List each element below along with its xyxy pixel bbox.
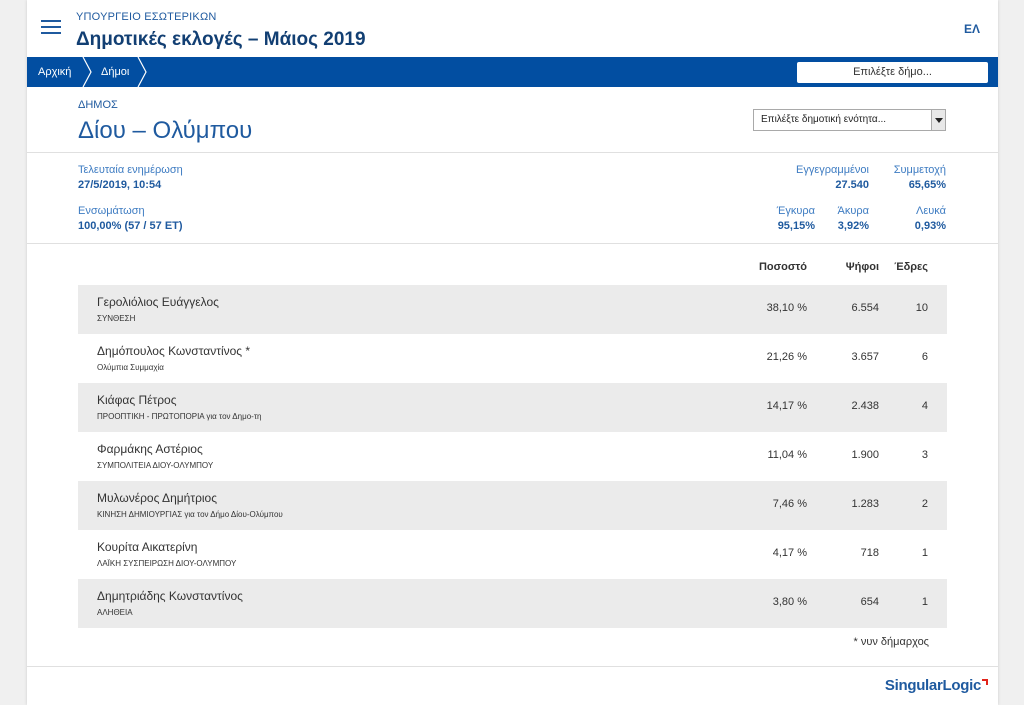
blank-stat: Λευκά 0,93%: [915, 205, 946, 232]
municipal-unit-select-label: Επιλέξτε δημοτική ενότητα...: [761, 114, 887, 125]
valid-stat: Έγκυρα 95,15%: [777, 205, 815, 232]
party-name: Ολύμπια Συμμαχία: [97, 363, 164, 372]
percent-cell: 21,26 %: [766, 351, 807, 363]
votes-cell: 718: [860, 547, 879, 559]
valid-label: Έγκυρα: [776, 205, 815, 217]
candidate-name: Κουρίτα Αικατερίνη: [97, 540, 198, 554]
registered-value: 27.540: [835, 179, 869, 191]
invalid-value: 3,92%: [837, 220, 869, 232]
breadcrumb-chevron-icon: [137, 57, 147, 87]
valid-value: 95,15%: [777, 220, 815, 232]
last-update-value: 27/5/2019, 10:54: [78, 179, 162, 191]
turnout-stat: Συμμετοχή 65,65%: [894, 164, 946, 191]
table-row: Μυλωνέρος Δημήτριος ΚΙΝΗΣΗ ΔΗΜΙΟΥΡΓΙΑΣ γ…: [78, 481, 947, 530]
incumbent-footnote: * νυν δήμαρχος: [853, 636, 929, 648]
party-name: ΑΛΗΘΕΙΑ: [97, 608, 133, 617]
seats-cell: 1: [921, 596, 928, 608]
logo-text: SingularLogic: [884, 677, 981, 694]
last-update-stat: Τελευταία ενημέρωση 27/5/2019, 10:54: [78, 164, 183, 191]
percent-cell: 3,80 %: [772, 596, 807, 608]
party-name: ΣΥΜΠΟΛΙΤΕΙΑ ΔΙΟΥ-ΟΛΥΜΠΟΥ: [97, 461, 214, 470]
language-switch[interactable]: ΕΛ: [964, 22, 980, 36]
integration-stat: Ενσωμάτωση 100,00% (57 / 57 ΕΤ): [78, 205, 183, 232]
party-name: ΣΥΝΘΕΣΗ: [97, 314, 136, 323]
column-header-votes: Ψήφοι: [845, 261, 879, 273]
municipality-label: ΔΗΜΟΣ: [78, 99, 118, 111]
blank-label: Λευκά: [916, 205, 946, 217]
column-header-percent: Ποσοστό: [758, 261, 807, 273]
percent-cell: 38,10 %: [766, 302, 807, 314]
percent-cell: 14,17 %: [766, 400, 807, 412]
table-row: Κουρίτα Αικατερίνη ΛΑΪΚΗ ΣΥΣΠΕΙΡΩΣΗ ΔΙΟΥ…: [78, 530, 947, 579]
singularlogic-logo: SingularLogic: [885, 677, 988, 694]
app-header: ΥΠΟΥΡΓΕΙΟ ΕΣΩΤΕΡΙΚΩΝ Δημοτικές εκλογές –…: [27, 0, 998, 57]
candidate-name: Μυλωνέρος Δημήτριος: [97, 491, 218, 505]
app-title: Δημοτικές εκλογές – Μάιος 2019: [76, 29, 366, 50]
municipality-header: ΔΗΜΟΣ Δίου – Ολύμπου Επιλέξτε δημοτική ε…: [27, 87, 998, 153]
municipality-select[interactable]: Επιλέξτε δήμο...: [797, 62, 988, 83]
votes-cell: 654: [860, 596, 879, 608]
last-update-label: Τελευταία ενημέρωση: [78, 164, 183, 176]
logo-mark-icon: [982, 679, 988, 685]
invalid-label: Άκυρα: [837, 205, 869, 217]
footer: SingularLogic: [27, 666, 998, 705]
integration-label: Ενσωμάτωση: [78, 205, 145, 217]
registered-stat: Εγγεγραμμένοι 27.540: [796, 164, 869, 191]
breadcrumb-municipalities[interactable]: Δήμοι: [101, 57, 129, 87]
integration-value: 100,00% (57 / 57 ΕΤ): [78, 220, 183, 232]
table-row: Φαρμάκης Αστέριος ΣΥΜΠΟΛΙΤΕΙΑ ΔΙΟΥ-ΟΛΥΜΠ…: [78, 432, 947, 481]
votes-cell: 3.657: [851, 351, 879, 363]
turnout-label: Συμμετοχή: [893, 164, 946, 176]
table-row: Κιάφας Πέτρος ΠΡΟΟΠΤΙΚΗ - ΠΡΩΤΟΠΟΡΙΑ για…: [78, 383, 947, 432]
seats-cell: 4: [921, 400, 928, 412]
candidate-name: Δημητριάδης Κωνσταντίνος: [97, 589, 243, 603]
column-header-seats: Έδρες: [894, 261, 928, 273]
seats-cell: 10: [915, 302, 928, 314]
table-row: Δημητριάδης Κωνσταντίνος ΑΛΗΘΕΙΑ 3,80 % …: [78, 579, 947, 628]
percent-cell: 11,04 %: [767, 449, 807, 461]
municipality-name: Δίου – Ολύμπου: [78, 117, 253, 144]
candidate-name: Δημόπουλος Κωνσταντίνος *: [97, 344, 251, 358]
page-container: ΥΠΟΥΡΓΕΙΟ ΕΣΩΤΕΡΙΚΩΝ Δημοτικές εκλογές –…: [27, 0, 998, 705]
votes-cell: 1.900: [851, 449, 879, 461]
candidate-name: Κιάφας Πέτρος: [97, 393, 177, 407]
votes-cell: 1.283: [851, 498, 879, 510]
votes-cell: 2.438: [851, 400, 879, 412]
seats-cell: 3: [921, 449, 928, 461]
seats-cell: 6: [921, 351, 928, 363]
invalid-stat: Άκυρα 3,92%: [838, 205, 869, 232]
seats-cell: 1: [921, 547, 928, 559]
votes-cell: 6.554: [851, 302, 879, 314]
ministry-label: ΥΠΟΥΡΓΕΙΟ ΕΣΩΤΕΡΙΚΩΝ: [76, 11, 217, 23]
party-name: ΚΙΝΗΣΗ ΔΗΜΙΟΥΡΓΙΑΣ για τον Δήμο Δίου-Ολύ…: [97, 510, 283, 519]
breadcrumb-home[interactable]: Αρχική: [38, 57, 71, 87]
candidate-name: Γερολιόλιος Ευάγγελος: [97, 295, 219, 309]
blank-value: 0,93%: [914, 220, 946, 232]
party-name: ΛΑΪΚΗ ΣΥΣΠΕΙΡΩΣΗ ΔΙΟΥ-ΟΛΥΜΠΟΥ: [97, 559, 237, 568]
table-row: Δημόπουλος Κωνσταντίνος * Ολύμπια Συμμαχ…: [78, 334, 947, 383]
table-row: Γερολιόλιος Ευάγγελος ΣΥΝΘΕΣΗ 38,10 % 6.…: [78, 285, 947, 334]
percent-cell: 7,46 %: [772, 498, 807, 510]
registered-label: Εγγεγραμμένοι: [796, 164, 869, 176]
stats-panel: Τελευταία ενημέρωση 27/5/2019, 10:54 Ενσ…: [27, 153, 998, 244]
breadcrumb-chevron-icon: [82, 57, 92, 87]
hamburger-menu-icon[interactable]: [41, 20, 61, 36]
municipal-unit-select[interactable]: Επιλέξτε δημοτική ενότητα...: [753, 109, 946, 131]
turnout-value: 65,65%: [908, 179, 946, 191]
breadcrumb-bar: Αρχική Δήμοι Επιλέξτε δήμο...: [27, 57, 998, 87]
party-name: ΠΡΟΟΠΤΙΚΗ - ΠΡΩΤΟΠΟΡΙΑ για τον Δημο-τη: [97, 412, 262, 421]
seats-cell: 2: [921, 498, 928, 510]
dropdown-arrow-icon: [931, 110, 945, 130]
candidate-name: Φαρμάκης Αστέριος: [97, 442, 203, 456]
percent-cell: 4,17 %: [772, 547, 807, 559]
